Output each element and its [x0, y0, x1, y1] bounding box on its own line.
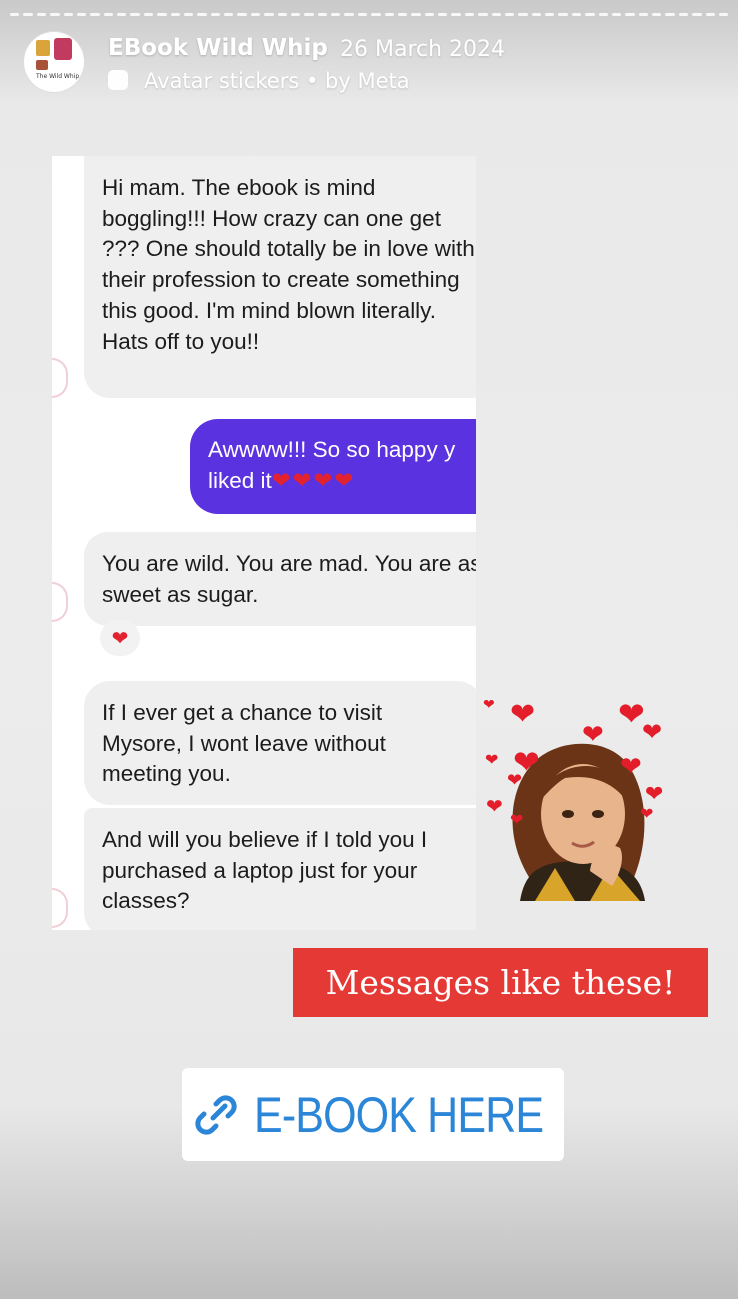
avatar-text: The Wild Whip [36, 73, 80, 80]
message-text: Awwww!!! So so happy y [208, 437, 456, 462]
account-avatar[interactable]: The Wild Whip [24, 32, 84, 92]
message-text: liked it [208, 467, 272, 493]
message-bubble: You are wild. You are mad. You are as sw… [84, 532, 476, 626]
heart-emoji: ❤❤❤❤ [271, 467, 356, 493]
story-header: The Wild Whip EBook Wild Whip 26 March 2… [22, 28, 718, 98]
avatar-sticker[interactable]: ❤ ❤ ❤ ❤ ❤ ❤ ❤ ❤ ❤ ❤ ❤ ❤ ❤ [480, 696, 680, 906]
link-icon [195, 1094, 237, 1135]
sender-avatar [52, 358, 68, 398]
message-bubble: And will you believe if I told you I pur… [84, 808, 476, 930]
story-progress-bar [10, 13, 729, 16]
message-bubble: If I ever get a chance to visit Mysore, … [84, 681, 476, 805]
story-subtitle[interactable]: Avatar stickers • by Meta [144, 69, 410, 93]
sticker-icon [108, 70, 128, 90]
ebook-link-sticker[interactable]: E-BOOK HERE [182, 1068, 564, 1161]
message-bubble: Hi mam. The ebook is mind boggling!!! Ho… [84, 156, 476, 398]
chat-screenshot: Hi mam. The ebook is mind boggling!!! Ho… [52, 156, 476, 930]
message-bubble-outgoing: Awwww!!! So so happy y liked it❤❤❤❤ [190, 419, 476, 514]
caption-text: Messages like these! [293, 948, 708, 1017]
heart-reaction: ❤ [100, 620, 140, 656]
account-name[interactable]: EBook Wild Whip [108, 35, 328, 61]
sender-avatar [52, 582, 68, 622]
story-date: 26 March 2024 [340, 37, 506, 62]
link-label: E-BOOK HERE [254, 1086, 544, 1143]
sender-avatar [52, 888, 68, 928]
